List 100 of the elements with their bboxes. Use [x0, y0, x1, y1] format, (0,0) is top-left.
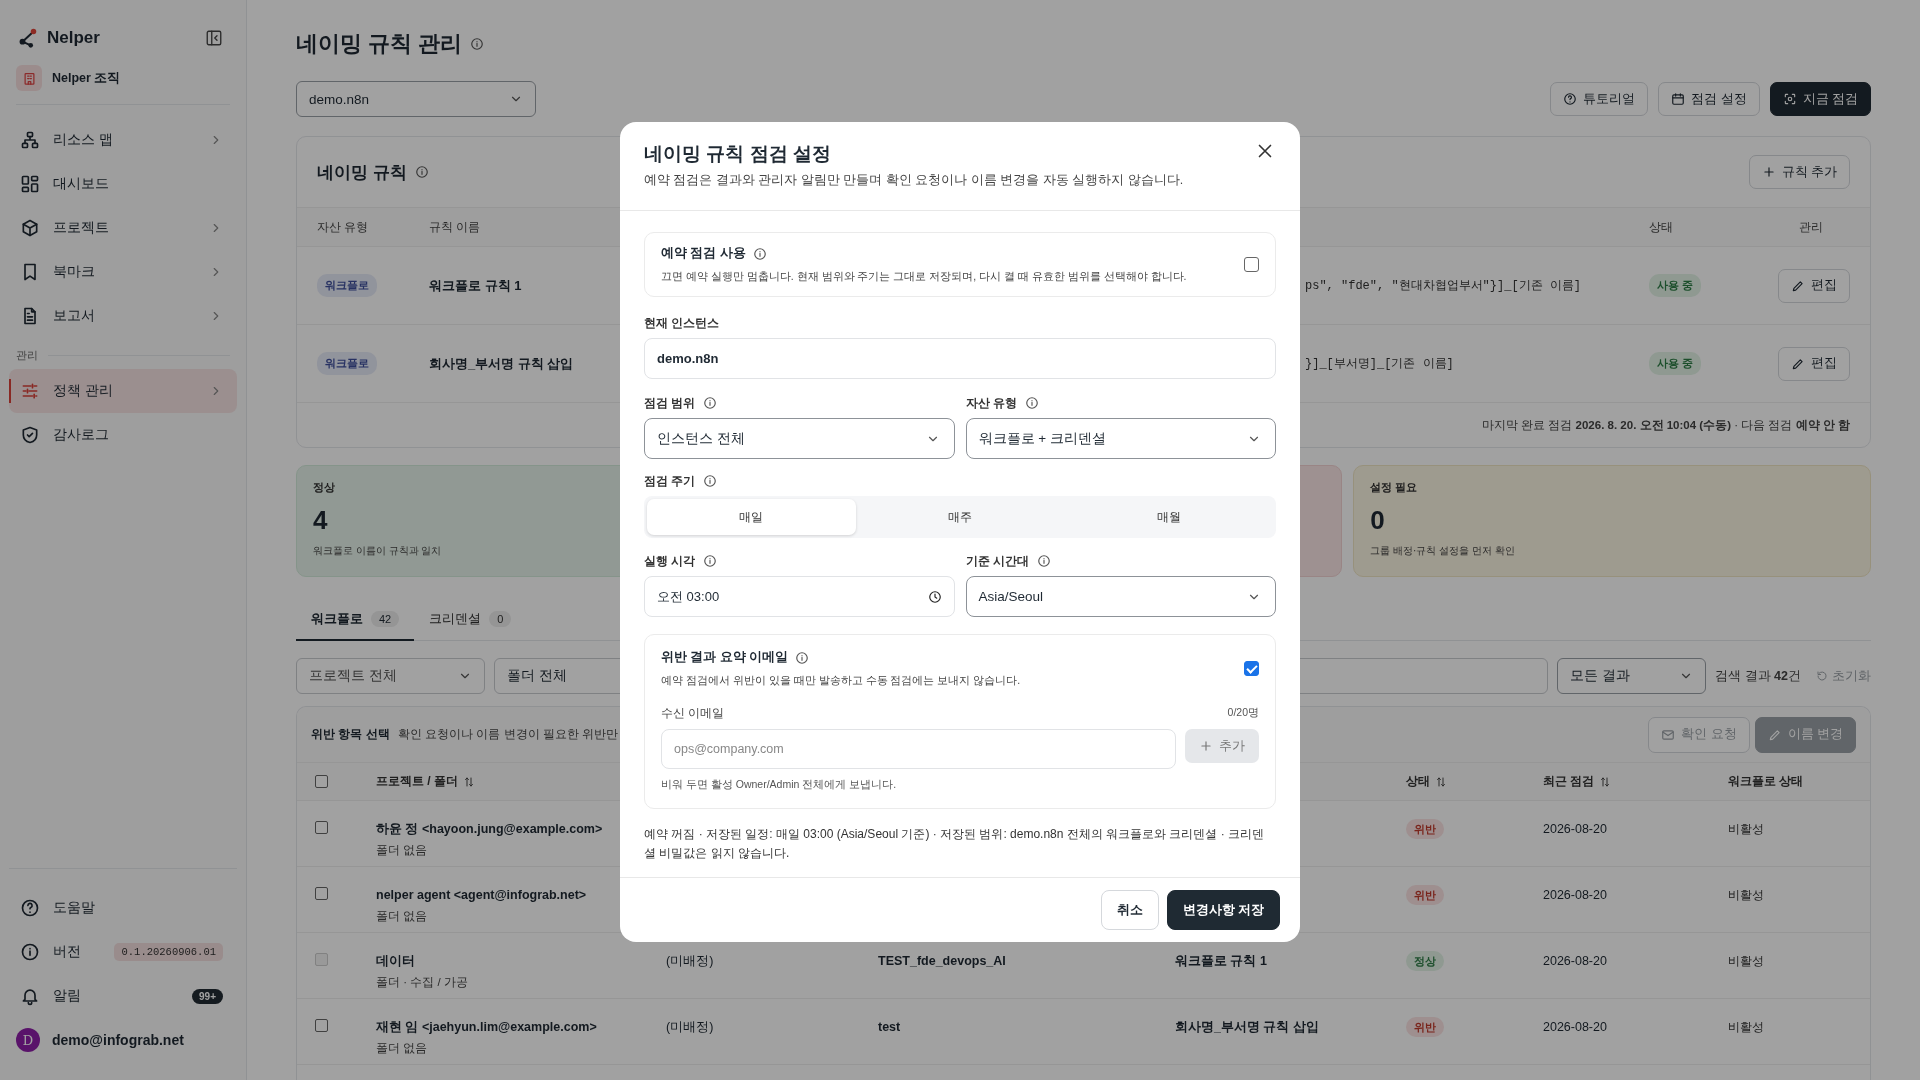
sidebar-item[interactable]: 대시보드 [9, 162, 237, 206]
project-name: 재현 임 <jaehyun.lim@example.com> [376, 1019, 597, 1035]
header-button[interactable]: 점검 설정 [1658, 82, 1760, 116]
save-button[interactable]: 변경사항 저장 [1166, 890, 1280, 930]
table-cell-text: 비활성 [1728, 887, 1765, 903]
instance-select[interactable]: demo.n8n [296, 81, 536, 117]
table-cell-text: TEST_fde_devops_AI [878, 953, 1007, 969]
sidebar-item[interactable]: 도움말 [9, 886, 237, 930]
column-header[interactable]: 상태 [1406, 773, 1430, 790]
sitemap-icon [20, 130, 40, 150]
table-cell-text: 워크플로 규칙 1 [1175, 953, 1268, 969]
sidebar-item[interactable]: 버전 0.1.20260906.01 [9, 930, 237, 974]
edit-button[interactable]: 편집 [1778, 346, 1850, 381]
status-badge: 위반 [1406, 1017, 1444, 1037]
email-input[interactable]: ops@company.com [661, 729, 1176, 769]
sidebar-item[interactable]: 감사로그 [9, 413, 237, 457]
frequency-option[interactable]: 매주 [855, 499, 1065, 535]
folder-path: 폴더 없음 [376, 909, 428, 924]
frequency-option[interactable]: 매일 [647, 499, 856, 535]
user-email[interactable]: demo@infograb.net [52, 1032, 184, 1048]
checkbox[interactable] [315, 1019, 328, 1032]
brand-name: Nelper [47, 28, 101, 48]
tab[interactable]: 크리덴셜 0 [414, 599, 527, 641]
folder-path: 폴더 · 수집 / 가공 [376, 975, 468, 990]
sidebar-item[interactable]: 알림 99+ [9, 974, 237, 1018]
rule-name: 워크플로 규칙 1 [429, 276, 522, 295]
project-select[interactable]: 프로젝트 전체 [296, 658, 485, 694]
header-button[interactable]: 지금 점검 [1769, 82, 1871, 116]
table-cell-text: 2026-08-20 [1543, 953, 1608, 969]
status-badge: 정상 [1406, 951, 1444, 971]
table-cell-text: 2026-08-20 [1543, 887, 1608, 903]
checkbox[interactable] [1244, 257, 1259, 272]
column-header[interactable]: 워크플로 상태 [1728, 773, 1804, 790]
sidebar-item[interactable]: 프로젝트 [9, 206, 237, 250]
timezone-select[interactable]: Asia/Seoul [965, 576, 1276, 617]
edit-button[interactable]: 편집 [1778, 268, 1850, 303]
schedule-summary: 예약 꺼짐 · 저장된 일정: 매일 03:00 (Asia/Seoul 기준) · 저장된 범위: demo.n8n 전체의 워크플로와 크리덴셜 · 크리덴셜 비밀값은 읽지 않습니다. [644, 826, 1266, 862]
column-header: 규칙 이름 [429, 218, 482, 236]
sidebar-item[interactable]: 리소스 맵 [9, 118, 237, 162]
hint-text: 비워 두면 활성 Owner/Admin 전체에게 보냅니다. [661, 778, 898, 792]
bell-icon [20, 986, 40, 1006]
organization-name[interactable]: Nelper 조직 [52, 69, 121, 87]
asset-type-tag: 워크플로 [317, 274, 377, 297]
selection-title: 위반 항목 선택 [311, 726, 390, 743]
selection-hint: 확인 요청이나 이름 변경이 필요한 위반만 [397, 726, 619, 743]
table-cell-text: test [878, 1019, 902, 1035]
time-field[interactable]: 오전 03:00 [644, 576, 955, 617]
sidebar-item[interactable]: 정책 관리 [9, 369, 237, 413]
grid-icon [20, 174, 40, 194]
collapse-sidebar-icon[interactable] [205, 29, 223, 47]
field-label: 실행 시각 [644, 552, 696, 570]
sidebar-item[interactable]: 북마크 [9, 250, 237, 294]
table-cell-text: 2026-08-20 [1543, 821, 1608, 837]
instance-field[interactable]: demo.n8n [644, 338, 1276, 379]
project-name: 데이터 [376, 953, 415, 969]
status-badge: 사용 중 [1649, 352, 1702, 375]
recipient-count: 0/20명 [1227, 706, 1259, 720]
option-title: 예약 점검 사용 [661, 245, 746, 262]
asset-type-select[interactable]: 워크플로 + 크리덴셜 [965, 418, 1276, 459]
shield-check-icon [20, 425, 40, 445]
frequency-option[interactable]: 매월 [1064, 499, 1273, 535]
info-icon [703, 474, 718, 488]
info-icon [795, 650, 810, 665]
table-cell-text: (미배정) [666, 953, 715, 969]
dialog-subtitle: 예약 점검은 결과와 관리자 알림만 만들며 확인 요청이나 이름 변경을 자동 실행하지 않습니다. [644, 172, 1185, 189]
reset-icon [1816, 670, 1828, 682]
add-rule-button[interactable]: 규칙 추가 [1748, 155, 1850, 189]
column-header[interactable]: 최근 점검 [1543, 773, 1595, 790]
scope-select[interactable]: 인스턴스 전체 [644, 418, 955, 459]
avatar[interactable]: D [16, 1028, 40, 1052]
project-name: 하윤 정 <hayoon.jung@example.com> [376, 821, 603, 837]
checkbox[interactable] [315, 775, 328, 788]
scan-icon [1782, 92, 1797, 106]
column-header: 상태 [1649, 218, 1674, 236]
column-header: 자산 유형 [317, 218, 370, 236]
clock-icon [927, 589, 942, 604]
status-badge: 위반 [1406, 819, 1444, 839]
stat-value: 4 [313, 505, 328, 536]
count-badge: 99+ [192, 988, 223, 1004]
field-label: 자산 유형 [965, 394, 1017, 412]
checkbox[interactable] [315, 887, 328, 900]
tab[interactable]: 워크플로 42 [296, 599, 415, 641]
header-button[interactable]: 튜토리얼 [1550, 82, 1649, 116]
mail-icon [1661, 727, 1676, 742]
checkbox[interactable] [315, 821, 328, 834]
sidebar-item[interactable]: 보고서 [9, 294, 237, 338]
option-description: 끄면 예약 실행만 멈춥니다. 현재 범위와 주기는 그대로 저장되며, 다시 켤 때 유효한 범위를 선택해야 합니다. [661, 270, 1188, 284]
stat-caption: 그룹 배정·규칙 설정을 먼저 확인 [1370, 544, 1515, 558]
table-cell-text: 비활성 [1728, 953, 1765, 969]
field-label: 현재 인스턴스 [644, 314, 720, 332]
checkbox[interactable] [1244, 661, 1259, 676]
column-header[interactable]: 프로젝트 / 폴더 [376, 773, 458, 790]
rule-pattern: }]_[부서명]_[기존 이름] [1305, 356, 1454, 372]
rule-name: 회사명_부서명 규칙 삽입 [429, 354, 574, 373]
cancel-button[interactable]: 취소 [1100, 890, 1159, 930]
result-select[interactable]: 모든 결과 [1557, 658, 1707, 694]
info-icon [752, 246, 767, 261]
pencil-icon [1791, 278, 1805, 293]
section-label: 관리 [16, 348, 38, 363]
field-label: 기준 시간대 [965, 552, 1029, 570]
